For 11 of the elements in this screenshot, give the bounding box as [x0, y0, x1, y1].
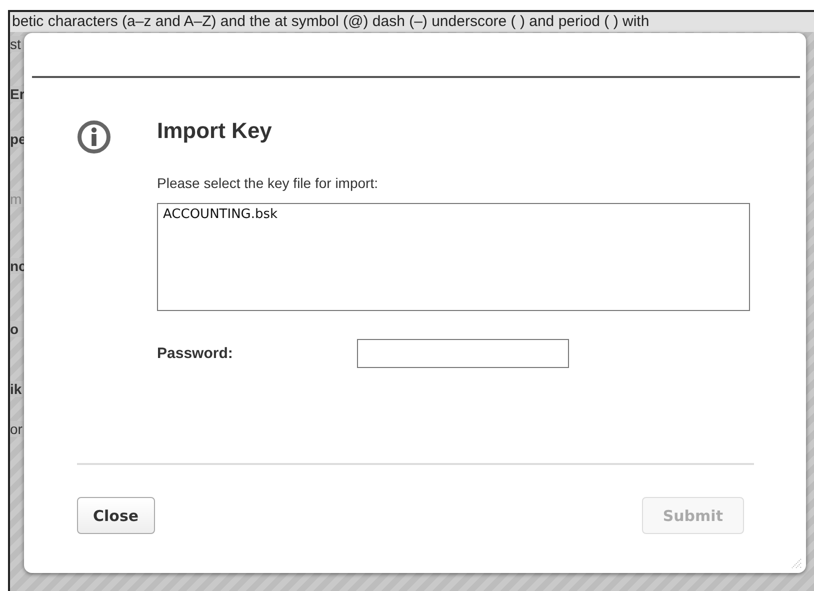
page-text: betic characters (a–z and A–Z) and the at symbol (@) dash (–) underscore ( ) and period ( ) with [10, 12, 814, 32]
resize-grip-icon[interactable] [790, 557, 802, 569]
prompt-text: Please select the key file for import: [157, 175, 379, 191]
page-text: st [10, 36, 26, 52]
password-field[interactable] [357, 339, 569, 368]
info-icon [77, 120, 111, 154]
dialog-title: Import Key [157, 118, 273, 145]
key-file-list[interactable]: ACCOUNTING.bsk [157, 203, 750, 311]
file-item[interactable]: ACCOUNTING.bsk [161, 206, 746, 223]
close-button[interactable]: Close [77, 497, 155, 534]
password-label: Password: [157, 345, 234, 362]
